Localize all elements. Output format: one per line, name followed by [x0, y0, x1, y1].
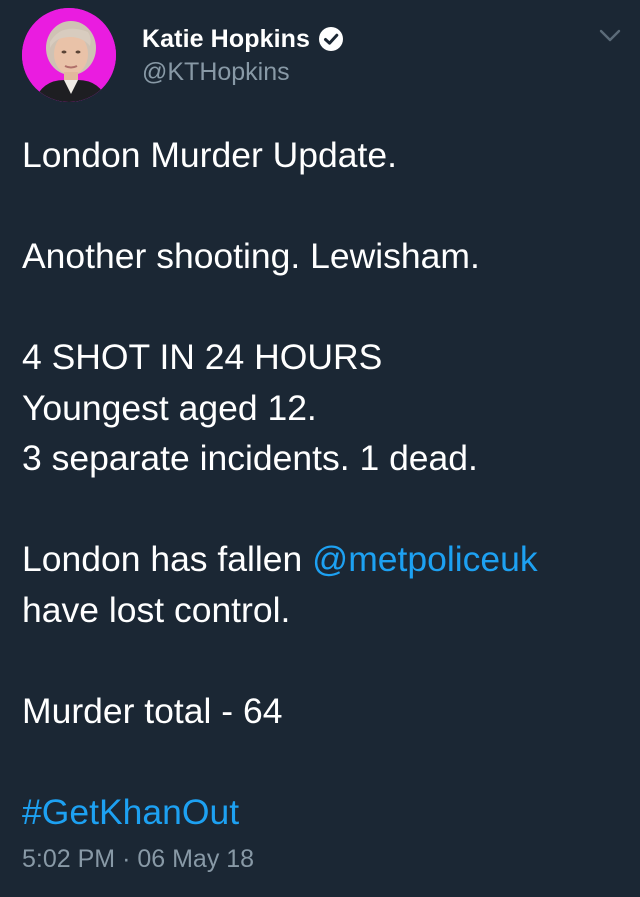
tweet-header: Katie Hopkins @KTHopkins [18, 8, 622, 104]
tweet-line: Another shooting. Lewisham. [22, 236, 480, 276]
tweet-card: Katie Hopkins @KTHopkins London Murder U… [0, 0, 640, 897]
tweet-line: Murder total - 64 [22, 690, 283, 731]
display-name[interactable]: Katie Hopkins [142, 25, 310, 54]
tweet-text-segment: London has fallen [22, 539, 313, 579]
verified-badge-icon [318, 26, 344, 52]
author-handle[interactable]: @KTHopkins [142, 58, 344, 87]
tweet-line: 4 SHOT IN 24 HOURS [22, 337, 383, 377]
avatar-portrait-icon [22, 8, 116, 102]
mention-link[interactable]: @metpoliceuk [312, 539, 537, 579]
tweet-line: Youngest aged 12. [22, 387, 317, 428]
tweet-line-mention: London has fallen @metpoliceuk [22, 534, 622, 585]
display-name-row: Katie Hopkins [142, 22, 344, 56]
avatar[interactable] [22, 8, 116, 102]
tweet-time: 5:02 PM [22, 845, 116, 873]
author-names: Katie Hopkins @KTHopkins [142, 22, 344, 87]
chevron-down-icon[interactable] [598, 26, 622, 46]
tweet-timestamp[interactable]: 5:02 PM · 06 May 18 [22, 845, 254, 874]
tweet-text: London Murder Update. Another shooting. … [22, 130, 622, 837]
tweet-line: London Murder Update. [22, 135, 397, 175]
hashtag-link[interactable]: #GetKhanOut [22, 787, 622, 838]
tweet-date: 06 May 18 [137, 845, 255, 873]
tweet-line: 3 separate incidents. 1 dead. [22, 438, 478, 478]
tweet-line: have lost control. [22, 589, 291, 630]
timestamp-separator: · [122, 845, 131, 873]
